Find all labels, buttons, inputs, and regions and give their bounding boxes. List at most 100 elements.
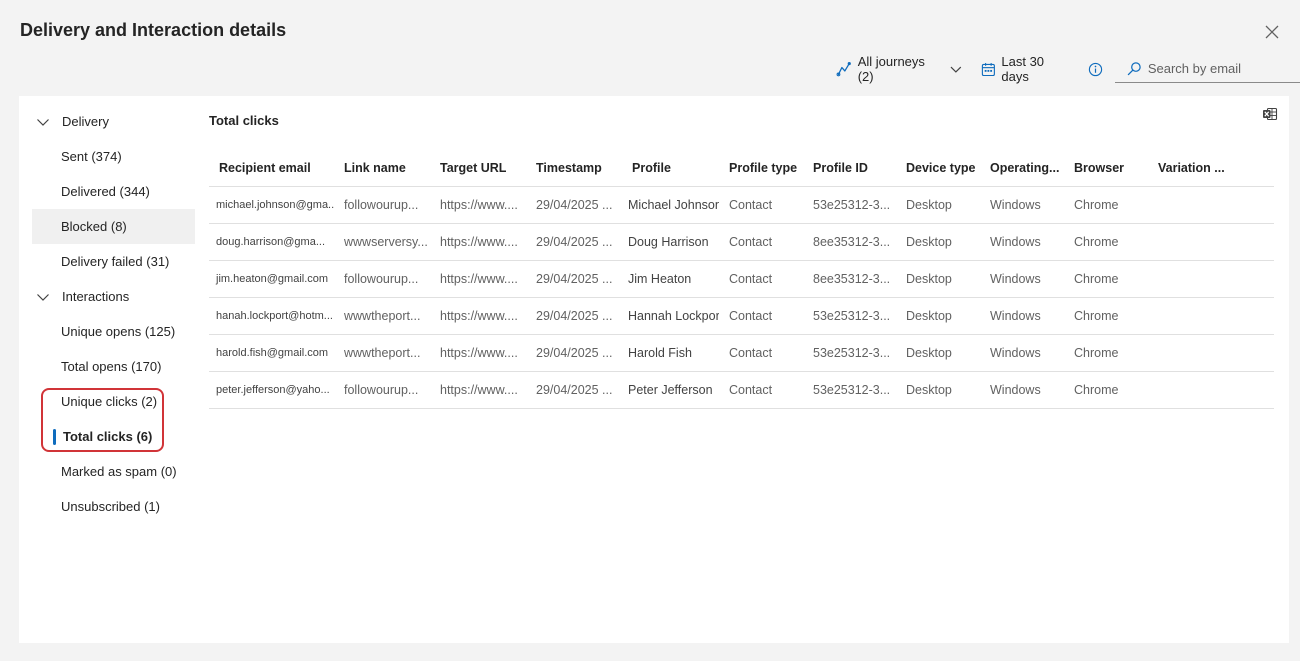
sidebar-item-label: Delivery failed (31) <box>61 254 170 269</box>
sidebar-item-unsubscribed[interactable]: Unsubscribed (1) <box>32 489 195 524</box>
sidebar-item-unique-clicks[interactable]: Unique clicks (2) <box>32 384 195 419</box>
sidebar-item-blocked[interactable]: Blocked (8) <box>32 209 195 244</box>
cell-profile-type: Contact <box>719 260 803 298</box>
cell-target-url: https://www.... <box>430 371 526 409</box>
nav-group-interactions[interactable]: Interactions <box>32 279 195 314</box>
table-row[interactable]: harold.fish@gmail.com wwwtheport... http… <box>209 334 1274 372</box>
cell-operating-system: Windows <box>980 371 1064 409</box>
cell-profile: Hannah Lockport <box>622 297 719 335</box>
info-icon <box>1088 62 1102 76</box>
excel-export-icon[interactable] <box>1262 106 1278 122</box>
cell-profile: Jim Heaton <box>622 260 719 298</box>
column-header-device-type[interactable]: Device type <box>896 150 980 187</box>
sidebar-item-label: Unique clicks (2) <box>61 394 158 409</box>
clicks-table: Recipient email Link name Target URL Tim… <box>209 150 1274 409</box>
sidebar-item-delivered[interactable]: Delivered (344) <box>32 174 195 209</box>
cell-variation <box>1148 223 1274 261</box>
cell-target-url: https://www.... <box>430 223 526 261</box>
cell-operating-system: Windows <box>980 334 1064 372</box>
cell-browser: Chrome <box>1064 334 1148 372</box>
sidebar-item-label: Total clicks (6) <box>63 429 153 444</box>
cell-target-url: https://www.... <box>430 260 526 298</box>
column-header-link-name[interactable]: Link name <box>334 150 430 187</box>
journey-icon <box>836 62 851 77</box>
journeys-filter[interactable]: All journeys (2) <box>836 54 963 84</box>
journeys-filter-label: All journeys (2) <box>857 54 925 84</box>
column-header-timestamp[interactable]: Timestamp <box>526 150 622 187</box>
cell-timestamp: 29/04/2025 ... <box>526 371 622 409</box>
cell-variation <box>1148 297 1274 335</box>
cell-browser: Chrome <box>1064 260 1148 298</box>
cell-variation <box>1148 186 1274 224</box>
cell-timestamp: 29/04/2025 ... <box>526 334 622 372</box>
sidebar-item-total-clicks[interactable]: Total clicks (6) <box>32 419 195 454</box>
cell-profile-id: 53e25312-3... <box>803 371 896 409</box>
cell-profile: Doug Harrison <box>622 223 719 261</box>
chevron-down-icon <box>37 293 49 301</box>
sidebar-item-marked-as-spam[interactable]: Marked as spam (0) <box>32 454 195 489</box>
table-row[interactable]: michael.johnson@gma... followourup... ht… <box>209 186 1274 224</box>
cell-recipient-email: doug.harrison@gma... <box>209 223 334 261</box>
sidebar-item-label: Sent (374) <box>61 149 122 164</box>
column-header-browser[interactable]: Browser <box>1064 150 1148 187</box>
cell-link-name: wwwserversy... <box>334 223 430 261</box>
date-range-filter[interactable]: Last 30 days <box>981 54 1074 84</box>
cell-device-type: Desktop <box>896 223 980 261</box>
cell-operating-system: Windows <box>980 297 1064 335</box>
filter-bar: All journeys (2) Last 30 days <box>836 54 1300 84</box>
sidebar-item-label: Blocked (8) <box>61 219 127 234</box>
cell-profile: Harold Fish <box>622 334 719 372</box>
cell-target-url: https://www.... <box>430 186 526 224</box>
close-icon[interactable] <box>1262 22 1282 42</box>
cell-profile: Michael Johnson <box>622 186 719 224</box>
cell-profile-id: 8ee35312-3... <box>803 260 896 298</box>
cell-recipient-email: jim.heaton@gmail.com <box>209 260 334 298</box>
cell-profile-type: Contact <box>719 223 803 261</box>
calendar-icon <box>981 62 995 76</box>
column-header-operating-system[interactable]: Operating... <box>980 150 1064 187</box>
search-input[interactable] <box>1147 61 1298 76</box>
cell-timestamp: 29/04/2025 ... <box>526 297 622 335</box>
table-header-row: Recipient email Link name Target URL Tim… <box>209 150 1274 187</box>
sidebar-item-total-opens[interactable]: Total opens (170) <box>32 349 195 384</box>
cell-profile-type: Contact <box>719 186 803 224</box>
cell-profile-type: Contact <box>719 334 803 372</box>
table-row[interactable]: jim.heaton@gmail.com followourup... http… <box>209 260 1274 298</box>
info-button[interactable] <box>1088 62 1103 77</box>
cell-profile-type: Contact <box>719 297 803 335</box>
column-header-target-url[interactable]: Target URL <box>430 150 526 187</box>
cell-profile-id: 53e25312-3... <box>803 186 896 224</box>
date-range-label: Last 30 days <box>1001 54 1045 84</box>
table-row[interactable]: hanah.lockport@hotm... wwwtheport... htt… <box>209 297 1274 335</box>
cell-timestamp: 29/04/2025 ... <box>526 260 622 298</box>
cell-timestamp: 29/04/2025 ... <box>526 223 622 261</box>
nav-group-delivery[interactable]: Delivery <box>32 104 195 139</box>
cell-device-type: Desktop <box>896 260 980 298</box>
column-header-variation[interactable]: Variation ... <box>1148 150 1274 187</box>
column-header-profile-type[interactable]: Profile type <box>719 150 803 187</box>
search-box[interactable] <box>1114 56 1300 83</box>
column-header-recipient-email[interactable]: Recipient email <box>209 150 334 187</box>
sidebar-item-sent[interactable]: Sent (374) <box>32 139 195 174</box>
nav-group-label: Interactions <box>62 289 130 304</box>
cell-recipient-email: peter.jefferson@yaho... <box>209 371 334 409</box>
table-row[interactable]: peter.jefferson@yaho... followourup... h… <box>209 371 1274 409</box>
column-header-profile[interactable]: Profile <box>622 150 719 187</box>
cell-browser: Chrome <box>1064 297 1148 335</box>
cell-browser: Chrome <box>1064 223 1148 261</box>
content-panel: Delivery Sent (374) Delivered (344) Bloc… <box>19 96 1289 643</box>
cell-recipient-email: michael.johnson@gma... <box>209 186 334 224</box>
sidebar-item-label: Marked as spam (0) <box>61 464 177 479</box>
cell-profile: Peter Jefferson <box>622 371 719 409</box>
nav-group-label: Delivery <box>62 114 109 129</box>
sidebar-item-label: Unique opens (125) <box>61 324 176 339</box>
cell-link-name: followourup... <box>334 186 430 224</box>
table-row[interactable]: doug.harrison@gma... wwwserversy... http… <box>209 223 1274 261</box>
cell-profile-type: Contact <box>719 371 803 409</box>
cell-link-name: followourup... <box>334 371 430 409</box>
sidebar-nav: Delivery Sent (374) Delivered (344) Bloc… <box>32 104 195 524</box>
section-title: Total clicks <box>209 113 279 128</box>
column-header-profile-id[interactable]: Profile ID <box>803 150 896 187</box>
sidebar-item-delivery-failed[interactable]: Delivery failed (31) <box>32 244 195 279</box>
sidebar-item-unique-opens[interactable]: Unique opens (125) <box>32 314 195 349</box>
